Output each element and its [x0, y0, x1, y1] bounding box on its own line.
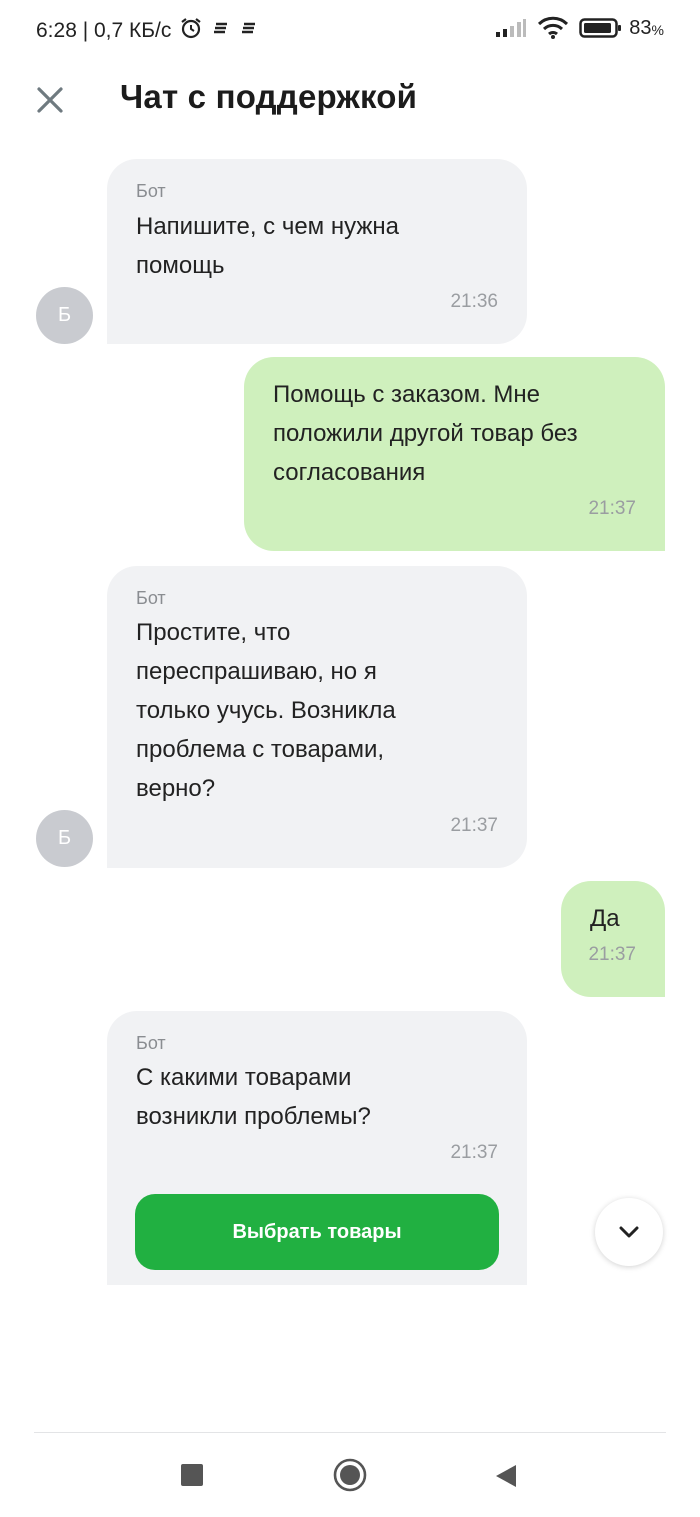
- status-right: 83 %: [495, 16, 664, 40]
- close-button[interactable]: [30, 80, 70, 120]
- status-time-speed: 6:28 | 0,7 КБ/с: [36, 18, 172, 42]
- message-text: Помощь с заказом. Мне положили другой то…: [273, 375, 578, 492]
- close-icon: [37, 87, 63, 113]
- user-message: Помощь с заказом. Мне положили другой то…: [244, 357, 665, 551]
- avatar: Б: [36, 810, 93, 867]
- message-line: согласования: [273, 459, 426, 486]
- home-button[interactable]: [333, 1458, 367, 1497]
- message-time: 21:37: [588, 944, 636, 965]
- message-line: помощь: [136, 252, 225, 279]
- battery-icon: [579, 17, 623, 39]
- message-line: положили другой товар без: [273, 420, 578, 447]
- home-icon: [333, 1458, 367, 1492]
- bot-message: Бот С какими товарами возникли проблемы?…: [107, 1011, 527, 1285]
- bot-message: Бот Простите, что переспрашиваю, но я то…: [107, 566, 527, 868]
- signal-icon: [495, 18, 527, 38]
- notification-icon: [239, 18, 259, 43]
- back-icon: [496, 1465, 516, 1487]
- select-items-button[interactable]: Выбрать товары: [135, 1194, 499, 1270]
- message-line: возникли проблемы?: [136, 1103, 371, 1130]
- message-line: только учусь. Возникла: [136, 697, 396, 724]
- message-text: Простите, что переспрашиваю, но я только…: [136, 613, 396, 808]
- alarm-icon: [179, 16, 203, 45]
- message-line: переспрашиваю, но я: [136, 658, 377, 685]
- recent-apps-button[interactable]: [180, 1463, 204, 1492]
- message-time: 21:37: [450, 815, 498, 836]
- sender-name: Бот: [136, 588, 166, 608]
- avatar: Б: [36, 287, 93, 344]
- battery-unit: %: [651, 22, 664, 38]
- message-line: Помощь с заказом. Мне: [273, 381, 540, 408]
- back-button[interactable]: [494, 1463, 518, 1494]
- message-text: С какими товарами возникли проблемы?: [136, 1058, 371, 1136]
- chevron-down-icon: [619, 1226, 639, 1238]
- wifi-icon: [537, 16, 569, 40]
- page-title: Чат с поддержкой: [120, 78, 418, 115]
- message-line: проблема с товарами,: [136, 736, 385, 763]
- user-message: Да 21:37: [561, 881, 665, 997]
- message-line: Простите, что: [136, 619, 291, 646]
- message-line: Да: [590, 905, 620, 932]
- bot-message: Бот Напишите, с чем нужна помощь 21:36: [107, 159, 527, 344]
- message-text: Да: [590, 899, 620, 938]
- chat-header: Чат с поддержкой: [0, 64, 700, 136]
- message-time: 21:37: [450, 1142, 498, 1163]
- battery-level: 83: [629, 16, 652, 39]
- message-line: верно?: [136, 775, 216, 802]
- status-left: 6:28 | 0,7 КБ/с: [36, 16, 259, 45]
- recent-apps-icon: [181, 1464, 203, 1486]
- scroll-down-button[interactable]: [595, 1198, 663, 1266]
- sender-name: Бот: [136, 181, 166, 201]
- notification-icon: [211, 18, 231, 43]
- sender-name: Бот: [136, 1033, 166, 1053]
- status-bar: 6:28 | 0,7 КБ/с 83 %: [0, 0, 700, 64]
- message-time: 21:36: [450, 291, 498, 312]
- system-nav-bar: [0, 1433, 700, 1517]
- message-line: Напишите, с чем нужна: [136, 213, 400, 240]
- message-time: 21:37: [588, 498, 636, 519]
- message-text: Напишите, с чем нужна помощь: [136, 207, 399, 285]
- message-line: С какими товарами: [136, 1064, 352, 1091]
